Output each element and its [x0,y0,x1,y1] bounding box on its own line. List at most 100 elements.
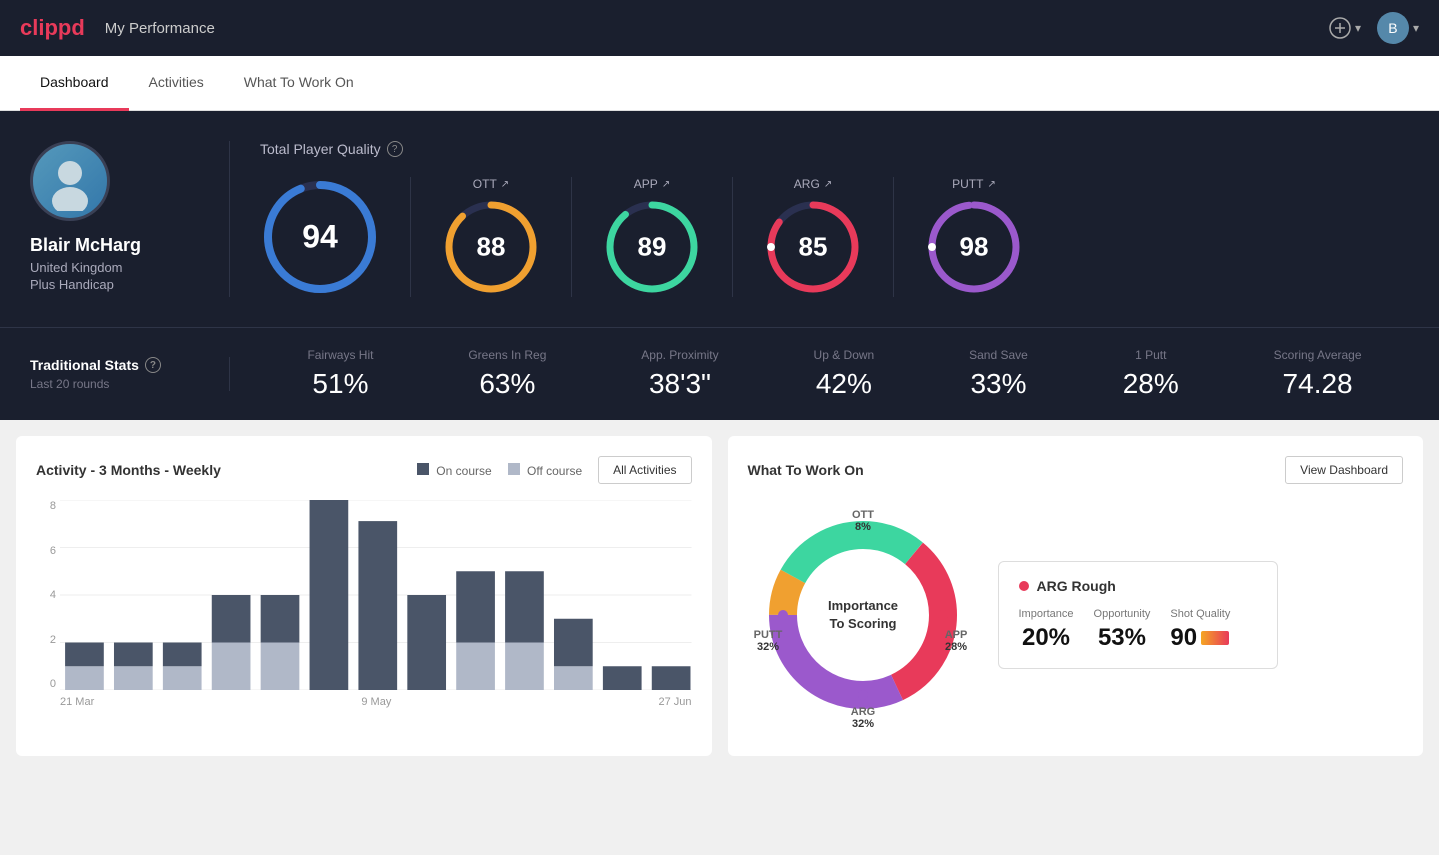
stat-1putt-value: 28% [1123,368,1179,400]
help-icon[interactable]: ? [387,141,403,157]
app-arrow: ↗ [662,179,670,190]
card-opportunity: Opportunity 53% [1094,608,1151,652]
y-label-4: 4 [36,589,56,601]
ott-value: 88 [477,232,506,263]
x-label-may: 9 May [361,696,391,708]
legend-off-dot [508,463,520,475]
ott-circle: 88 [441,197,541,297]
svg-text:ARG: ARG [850,706,874,718]
main-score-value: 94 [302,219,338,256]
activity-title: Activity - 3 Months - Weekly [36,462,221,478]
traditional-stats-section: Traditional Stats ? Last 20 rounds Fairw… [0,327,1439,420]
donut-wrapper: Importance To Scoring OTT 8% APP 28% ARG… [748,500,978,730]
trad-label: Traditional Stats ? Last 20 rounds [30,357,230,391]
stat-proximity-label: App. Proximity [641,348,718,362]
card-shotquality: Shot Quality 90 [1170,608,1230,652]
stat-scoring-value: 74.28 [1274,368,1362,400]
svg-text:32%: 32% [756,641,778,653]
arg-arrow: ↗ [824,179,832,190]
chart-x-axis: 21 Mar 9 May 27 Jun [36,696,692,708]
y-label-6: 6 [36,545,56,557]
stat-greens-label: Greens In Reg [468,348,546,362]
nav-title: My Performance [105,20,215,37]
trad-help-icon[interactable]: ? [145,357,161,373]
avatar [30,141,110,221]
svg-text:To Scoring: To Scoring [829,616,896,631]
legend-off-course: Off course [508,463,582,478]
stat-proximity: App. Proximity 38'3" [641,348,718,400]
donut-svg: Importance To Scoring OTT 8% APP 28% ARG… [748,500,978,730]
x-label-jun: 27 Jun [658,696,691,708]
svg-text:32%: 32% [851,718,873,730]
svg-text:PUTT: PUTT [753,629,782,641]
player-country: United Kingdom [30,260,123,275]
scores-section: Total Player Quality ? 94 OTT ↗ [230,141,1409,297]
chart-wrapper: 8 6 4 2 0 [36,500,692,720]
app-circle: 89 [602,197,702,297]
work-card-title: ARG Rough [1019,578,1257,594]
card-shotquality-value: 90 [1170,624,1197,652]
stat-fairways-value: 51% [307,368,373,400]
activity-header: Activity - 3 Months - Weekly On course O… [36,456,692,484]
player-name: Blair McHarg [30,235,141,256]
player-info: Blair McHarg United Kingdom Plus Handica… [30,141,230,297]
legend-on-course: On course [417,463,492,478]
stat-1putt: 1 Putt 28% [1123,348,1179,400]
app-score: APP ↗ 89 [572,177,733,297]
shot-quality-swatch [1201,631,1229,645]
tab-what-to-work-on[interactable]: What To Work On [224,56,374,111]
svg-text:28%: 28% [944,641,966,653]
work-panel: What To Work On View Dashboard [728,436,1424,756]
all-activities-button[interactable]: All Activities [598,456,691,484]
chart-y-axis: 8 6 4 2 0 [36,500,56,690]
card-dot [1019,581,1029,591]
card-opportunity-label: Opportunity [1094,608,1151,620]
view-dashboard-button[interactable]: View Dashboard [1285,456,1403,484]
tabs-bar: Dashboard Activities What To Work On [0,56,1439,111]
main-score: 94 [260,177,411,297]
x-label-mar: 21 Mar [60,696,94,708]
y-label-2: 2 [36,634,56,646]
svg-text:OTT: OTT [852,509,874,521]
card-importance-value: 20% [1019,624,1074,652]
card-importance-label: Importance [1019,608,1074,620]
card-opportunity-value: 53% [1094,624,1151,652]
add-button[interactable]: ▾ [1329,17,1361,39]
main-circle: 94 [260,177,380,297]
card-metrics: Importance 20% Opportunity 53% Shot Qual… [1019,608,1257,652]
stat-updown-label: Up & Down [814,348,875,362]
work-title: What To Work On [748,462,864,478]
stat-fairways-label: Fairways Hit [307,348,373,362]
putt-value: 98 [960,232,989,263]
work-card: ARG Rough Importance 20% Opportunity 53%… [998,561,1278,669]
putt-label: PUTT ↗ [952,177,996,191]
profile-button[interactable]: B ▾ [1377,12,1419,44]
trad-title: Traditional Stats ? [30,357,199,373]
ott-label: OTT ↗ [473,177,509,191]
top-nav: clippd My Performance ▾ B ▾ [0,0,1439,56]
hero-section: Blair McHarg United Kingdom Plus Handica… [0,111,1439,327]
stat-fairways: Fairways Hit 51% [307,348,373,400]
arg-circle: 85 [763,197,863,297]
stat-sandsave-label: Sand Save [969,348,1028,362]
stat-sandsave-value: 33% [969,368,1028,400]
player-handicap: Plus Handicap [30,277,114,292]
stat-proximity-value: 38'3" [641,368,718,400]
trad-stats-list: Fairways Hit 51% Greens In Reg 63% App. … [230,348,1409,400]
arg-value: 85 [799,232,828,263]
arg-score: ARG ↗ 85 [733,177,894,297]
work-content: Importance To Scoring OTT 8% APP 28% ARG… [748,500,1404,730]
stat-greens-value: 63% [468,368,546,400]
tab-activities[interactable]: Activities [129,56,224,111]
tab-dashboard[interactable]: Dashboard [20,56,129,111]
stat-updown: Up & Down 42% [814,348,875,400]
card-shotquality-label: Shot Quality [1170,608,1230,620]
ott-arrow: ↗ [501,179,509,190]
stat-greens: Greens In Reg 63% [468,348,546,400]
trad-subtitle: Last 20 rounds [30,377,199,391]
stat-scoring-label: Scoring Average [1274,348,1362,362]
svg-text:8%: 8% [855,521,871,533]
stat-sandsave: Sand Save 33% [969,348,1028,400]
score-circles: 94 OTT ↗ 88 AP [260,177,1409,297]
putt-arrow: ↗ [987,179,995,190]
